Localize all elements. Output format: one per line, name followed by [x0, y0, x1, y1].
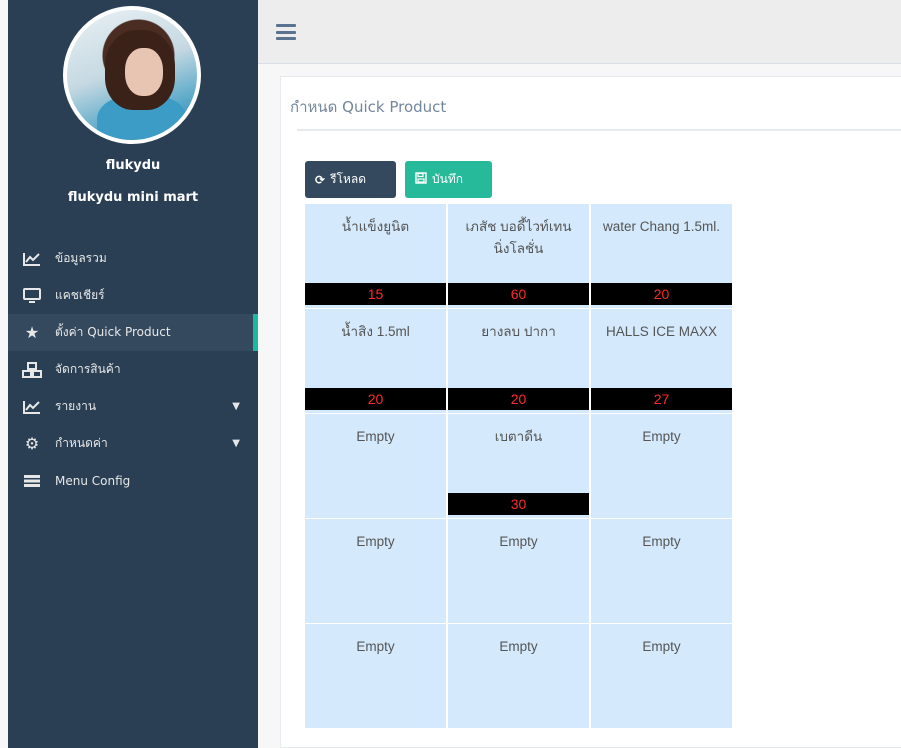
server-icon [21, 472, 43, 490]
sidebar-item-menu-config[interactable]: Menu Config [8, 462, 258, 499]
quick-product-cell[interactable]: Empty [591, 414, 732, 518]
sidebar-item-reports[interactable]: รายงาน ▼ [8, 388, 258, 425]
save-button[interactable]: บันทึก [405, 161, 492, 198]
cogs-icon: ⚙ [24, 434, 40, 453]
quick-product-panel: กำหนด Quick Product ⟳ รีโหลด บันทึก น้ำแ… [280, 76, 901, 748]
product-name: Empty [642, 534, 681, 549]
quick-product-cell[interactable]: Empty [591, 624, 732, 728]
sidebar-item-label: รายงาน [55, 399, 97, 413]
product-price: 20 [305, 388, 446, 410]
product-name: น้ำสิง 1.5ml [341, 324, 410, 339]
line-chart-icon [21, 398, 43, 416]
sidebar-item-label: กำหนดค่า [55, 436, 108, 450]
product-name: น้ำแข็งยูนิต [341, 219, 410, 234]
main-content: กำหนด Quick Product ⟳ รีโหลด บันทึก น้ำแ… [258, 64, 901, 748]
page-title: กำหนด Quick Product [290, 98, 447, 116]
quick-product-cell[interactable]: Empty [448, 519, 589, 623]
sidebar-item-cashier[interactable]: แคชเชียร์ [8, 277, 258, 314]
sidebar-menu: ข้อมูลรวม แคชเชียร์ ★ ตั้งค่า Quick Prod… [8, 240, 258, 499]
sidebar-item-label: Menu Config [55, 473, 131, 488]
sidebar-item-label: ข้อมูลรวม [55, 251, 107, 265]
quick-product-cell[interactable]: Empty [305, 414, 446, 518]
star-icon: ★ [24, 323, 40, 342]
floppy-icon [415, 172, 427, 187]
sidebar-item-label: แคชเชียร์ [55, 288, 105, 302]
avatar [63, 6, 201, 144]
product-name: Empty [356, 534, 395, 549]
user-name: flukydu [105, 158, 161, 173]
divider [297, 129, 901, 131]
save-button-label: บันทึก [432, 172, 463, 186]
chevron-down-icon: ▼ [232, 438, 240, 449]
product-price: 20 [448, 388, 589, 410]
product-name: ยางลบ ปากา [481, 324, 556, 339]
quick-product-cell[interactable]: Empty [305, 624, 446, 728]
product-name: Empty [356, 639, 395, 654]
product-price: 60 [448, 283, 589, 305]
product-price: 20 [591, 283, 732, 305]
quick-product-cell[interactable]: ยางลบ ปากา 20 [448, 309, 589, 413]
menu-toggle-icon[interactable] [276, 24, 296, 40]
quick-product-cell[interactable]: เบตาดีน 30 [448, 414, 589, 518]
chevron-down-icon: ▼ [232, 401, 240, 412]
sidebar-item-manage-products[interactable]: จัดการสินค้า [8, 351, 258, 388]
quick-product-cell[interactable]: เภสัช บอดี้ไวท์เทนนิ่งโลชั่น 60 [448, 204, 589, 308]
sidebar-item-label: ตั้งค่า Quick Product [55, 325, 171, 339]
refresh-icon: ⟳ [315, 172, 326, 187]
left-edge-strip [0, 0, 8, 748]
product-name: HALLS ICE MAXX [605, 324, 718, 339]
product-price: 27 [591, 388, 732, 410]
quick-product-cell[interactable]: Empty [448, 624, 589, 728]
top-nav [258, 0, 901, 64]
line-chart-icon [21, 250, 43, 268]
sidebar-item-overview[interactable]: ข้อมูลรวม [8, 240, 258, 277]
quick-product-cell[interactable]: Empty [305, 519, 446, 623]
quick-product-cell[interactable]: น้ำสิง 1.5ml 20 [305, 309, 446, 413]
reload-button[interactable]: ⟳ รีโหลด [305, 161, 396, 198]
quick-product-cell[interactable]: water Chang 1.5ml. 20 [591, 204, 732, 308]
shop-name: flukydu mini mart [67, 190, 199, 205]
sidebar-item-quick-product[interactable]: ★ ตั้งค่า Quick Product [8, 314, 258, 351]
sidebar-item-label: จัดการสินค้า [55, 362, 121, 376]
reload-button-label: รีโหลด [330, 172, 367, 186]
product-name: Empty [642, 639, 681, 654]
sidebar: flukydu flukydu mini mart ข้อมูลรวม แคชเ… [8, 0, 258, 748]
quick-product-cell[interactable]: น้ำแข็งยูนิต 15 [305, 204, 446, 308]
product-name: Empty [499, 639, 538, 654]
quick-product-cell[interactable]: HALLS ICE MAXX 27 [591, 309, 732, 413]
product-price: 30 [448, 493, 589, 515]
quick-product-cell[interactable]: Empty [591, 519, 732, 623]
desktop-icon [21, 287, 43, 305]
product-name: Empty [499, 534, 538, 549]
product-name: Empty [356, 429, 395, 444]
product-name: Empty [642, 429, 681, 444]
product-name: เภสัช บอดี้ไวท์เทนนิ่งโลชั่น [465, 219, 572, 256]
cubes-icon [21, 361, 43, 379]
product-name: water Chang 1.5ml. [602, 219, 721, 234]
product-price: 15 [305, 283, 446, 305]
product-name: เบตาดีน [494, 429, 543, 444]
sidebar-item-settings[interactable]: ⚙ กำหนดค่า ▼ [8, 425, 258, 462]
